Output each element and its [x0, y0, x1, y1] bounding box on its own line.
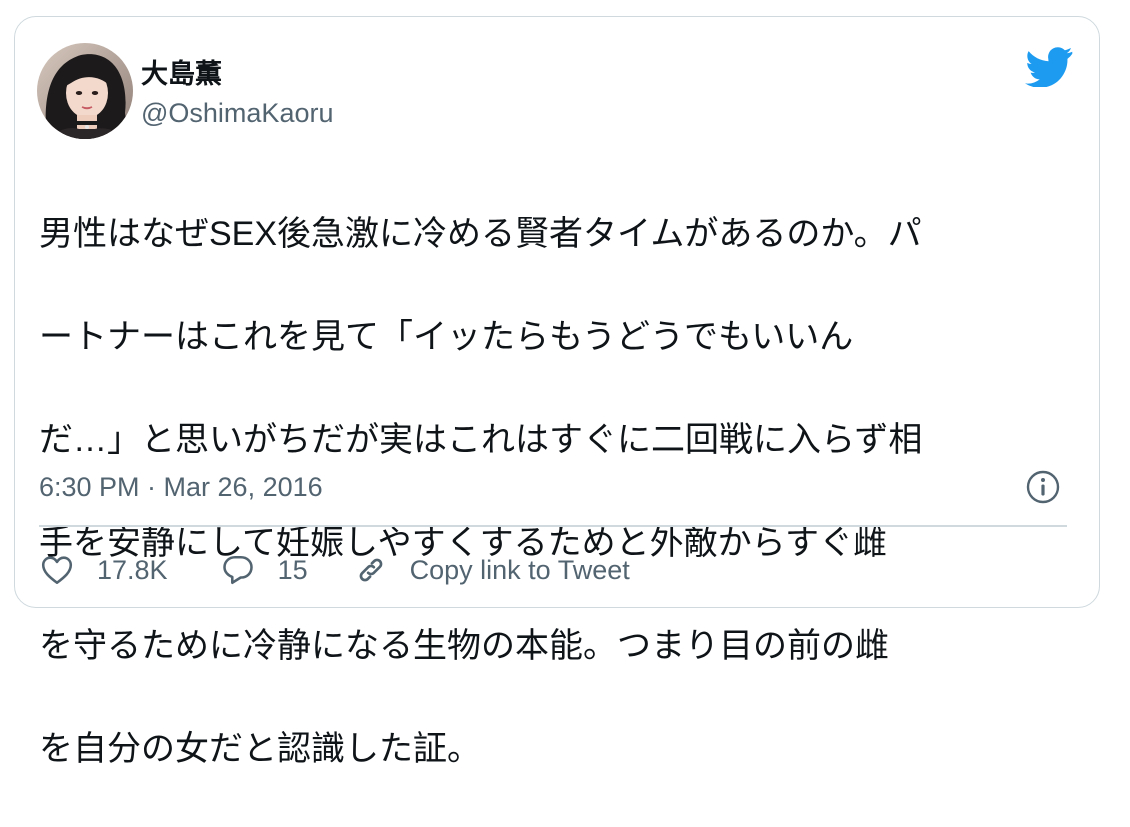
tweet-text-line: を自分の女だと認識した証。 — [39, 729, 481, 768]
chain-link-icon — [359, 558, 383, 582]
copy-link-button[interactable]: Copy link to Tweet — [352, 551, 630, 589]
tweet-card[interactable]: 大島薫 @OshimaKaoru 男性はなぜSEX後急激に冷める賢者タイムがある… — [14, 16, 1100, 768]
tweet-text-line: ートナーはこれを見て「イッたらもうどうでもいいん — [39, 317, 854, 356]
tweet-text-line: だ…」と思いがちだが実はこれはすぐに二回戦に入らず相 — [39, 420, 923, 459]
like-count: 17.8K — [97, 555, 168, 585]
info-icon[interactable] — [1025, 469, 1061, 505]
author-display-name[interactable]: 大島薫 — [141, 57, 222, 91]
reply-button[interactable]: 15 — [220, 552, 308, 588]
avatar-image — [37, 43, 133, 139]
divider — [39, 525, 1067, 527]
speech-bubble-icon — [222, 555, 253, 585]
like-button[interactable]: 17.8K — [39, 552, 168, 588]
twitter-bird-icon[interactable] — [1025, 47, 1073, 88]
tweet-text-line: 男性はなぜSEX後急激に冷める賢者タイムがあるのか。パ — [39, 214, 922, 253]
reply-count: 15 — [277, 555, 308, 585]
tweet-actions: 17.8K 15 Copy link to Tweet — [39, 549, 630, 591]
tweet-text-line: を守るために冷静になる生物の本能。つまり目の前の雌 — [39, 626, 889, 665]
heart-icon — [41, 556, 73, 585]
tweet-timestamp[interactable]: 6:30 PM · Mar 26, 2016 — [39, 470, 323, 504]
author-handle[interactable]: @OshimaKaoru — [141, 96, 333, 130]
avatar[interactable] — [37, 43, 133, 139]
copy-link-label: Copy link to Tweet — [409, 555, 630, 585]
